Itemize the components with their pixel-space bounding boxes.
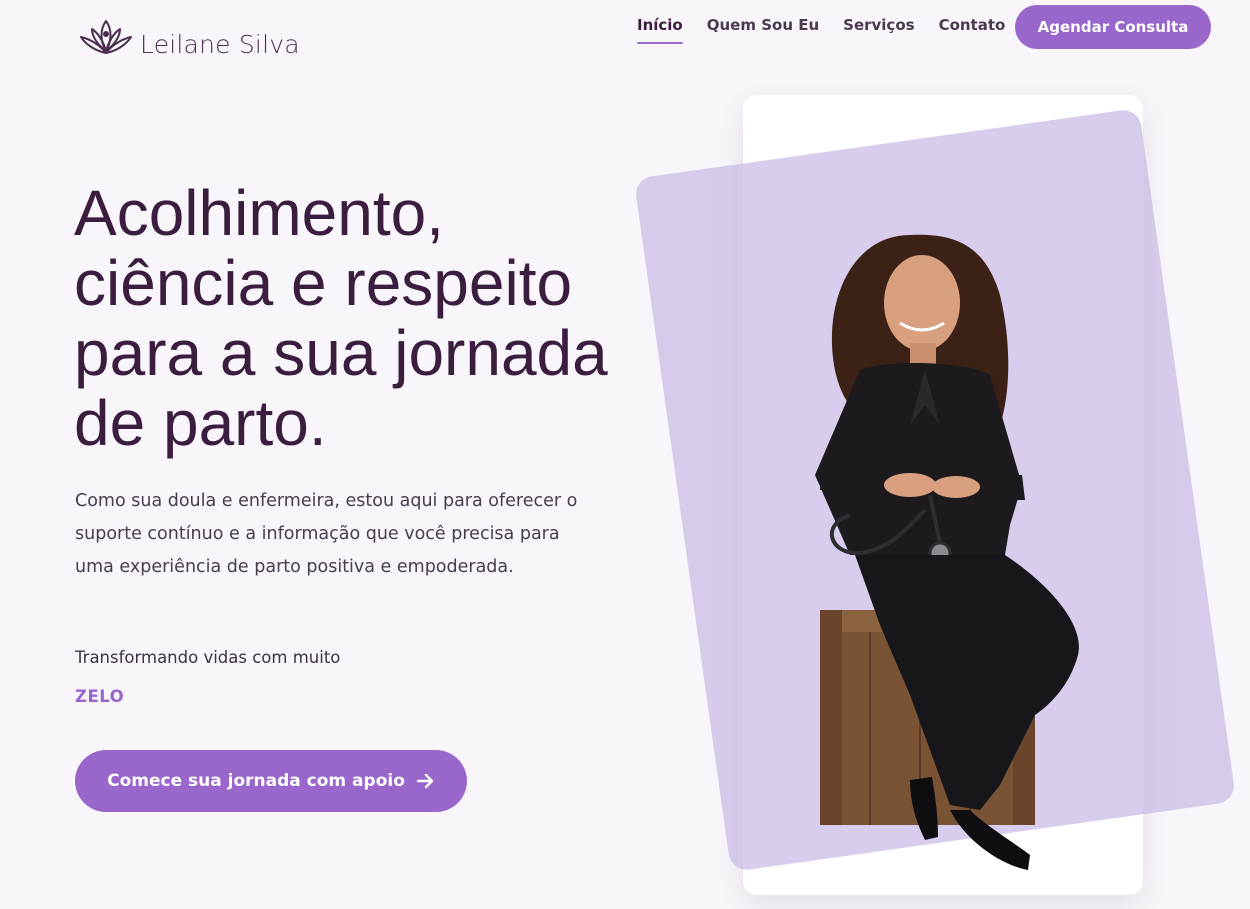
- lotus-icon: [80, 20, 132, 54]
- portrait-photo: [815, 234, 1079, 870]
- start-journey-label: Comece sua jornada com apoio: [107, 771, 405, 791]
- hero-title-line: de parto.: [74, 387, 327, 459]
- hero-description: Como sua doula e enfermeira, estou aqui …: [75, 491, 578, 577]
- hero-tagline: Transformando vidas com muito: [75, 648, 341, 667]
- start-journey-button[interactable]: Comece sua jornada com apoio: [75, 750, 467, 812]
- hero-title-line: para a sua jornada: [74, 317, 608, 389]
- hero-title: Acolhimento, ciência e respeito para a s…: [74, 178, 634, 458]
- main-nav: Início Quem Sou Eu Serviços Contato: [637, 16, 1029, 44]
- nav-link-contato[interactable]: Contato: [939, 16, 1006, 44]
- nav-link-servicos[interactable]: Serviços: [843, 16, 914, 44]
- hero-title-line: Acolhimento,: [74, 177, 444, 249]
- arrow-right-icon: [416, 773, 434, 789]
- schedule-appointment-button[interactable]: Agendar Consulta: [1015, 5, 1211, 49]
- hero-tag-word: ZELO: [75, 687, 125, 706]
- nav-link-inicio[interactable]: Início: [637, 16, 683, 44]
- brand-name: Leilane Silva: [140, 29, 300, 59]
- brand-logo[interactable]: Leilane Silva: [78, 17, 300, 59]
- hero-title-line: ciência e respeito: [74, 247, 573, 319]
- nav-link-quem-sou-eu[interactable]: Quem Sou Eu: [707, 16, 819, 44]
